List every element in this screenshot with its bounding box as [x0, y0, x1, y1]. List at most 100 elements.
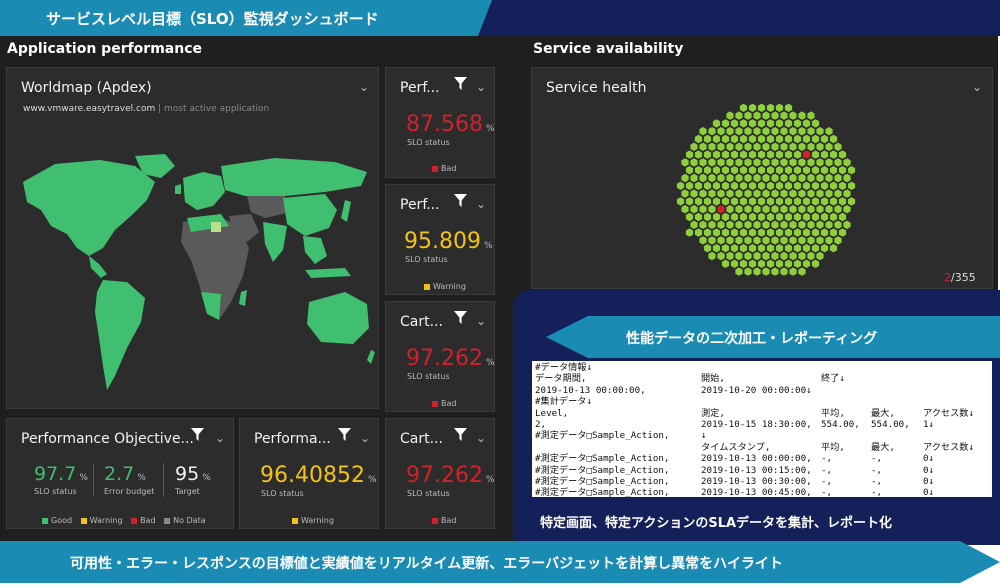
service-hex[interactable] — [766, 134, 775, 144]
service-hex[interactable] — [721, 244, 730, 253]
service-hex[interactable] — [838, 212, 847, 222]
service-hex[interactable] — [793, 134, 802, 144]
service-hex[interactable] — [771, 251, 779, 261]
service-hex[interactable] — [766, 244, 775, 253]
service-hex[interactable] — [811, 181, 820, 190]
service-hex[interactable] — [730, 244, 739, 253]
chevron-down-icon[interactable]: ⌄ — [476, 80, 486, 94]
service-hex[interactable] — [798, 142, 806, 151]
service-hex[interactable] — [721, 197, 730, 206]
service-hex[interactable] — [744, 158, 752, 167]
service-hex[interactable] — [735, 127, 743, 136]
service-hex[interactable] — [703, 197, 712, 206]
service-hex[interactable] — [753, 111, 761, 120]
service-hex[interactable] — [807, 236, 815, 245]
service-hex[interactable] — [784, 244, 793, 253]
service-hex[interactable] — [726, 205, 734, 214]
service-hex[interactable] — [766, 150, 775, 159]
service-hex[interactable] — [744, 127, 752, 136]
service-hex[interactable] — [681, 158, 689, 167]
service-health-honeycomb[interactable] — [672, 96, 862, 286]
service-hex[interactable] — [825, 189, 833, 198]
service-hex[interactable] — [780, 236, 788, 245]
service-hex[interactable] — [748, 181, 757, 190]
service-hex[interactable] — [771, 236, 779, 245]
service-hex[interactable] — [717, 127, 725, 136]
service-hex[interactable] — [771, 111, 779, 120]
service-hex[interactable] — [775, 244, 784, 253]
service-hex[interactable] — [847, 166, 856, 175]
service-hex[interactable] — [775, 166, 784, 175]
service-hex[interactable] — [699, 205, 707, 214]
service-hex[interactable] — [820, 134, 829, 144]
service-hex[interactable] — [811, 259, 820, 268]
service-hex[interactable] — [699, 127, 707, 136]
service-hex[interactable] — [681, 189, 689, 198]
service-hex[interactable] — [780, 158, 788, 167]
world-map[interactable] — [15, 152, 375, 402]
service-hex[interactable] — [721, 212, 730, 222]
service-hex[interactable] — [802, 197, 811, 206]
service-hex[interactable] — [717, 142, 725, 151]
service-hex[interactable] — [694, 228, 703, 237]
service-hex[interactable] — [690, 173, 698, 183]
service-hex[interactable] — [762, 251, 770, 261]
service-hex[interactable] — [798, 205, 806, 214]
service-hex[interactable] — [735, 236, 743, 245]
service-hex[interactable] — [757, 228, 766, 237]
service-hex[interactable] — [762, 127, 770, 136]
service-hex[interactable] — [802, 166, 811, 175]
service-hex[interactable] — [775, 150, 784, 159]
service-hex[interactable] — [807, 251, 815, 261]
service-hex[interactable] — [762, 142, 770, 151]
service-hex[interactable] — [753, 220, 761, 229]
service-hex[interactable] — [766, 166, 775, 175]
service-hex[interactable] — [802, 212, 811, 222]
service-hex[interactable] — [762, 236, 770, 245]
service-hex[interactable] — [784, 181, 793, 190]
service-hex[interactable] — [735, 189, 743, 198]
service-hex[interactable] — [789, 111, 797, 120]
service-hex[interactable] — [730, 150, 739, 159]
service-hex[interactable] — [712, 212, 721, 222]
service-hex[interactable] — [798, 236, 806, 245]
service-hex[interactable] — [825, 142, 833, 151]
service-hex[interactable] — [816, 205, 824, 214]
service-hex[interactable] — [829, 166, 838, 175]
service-hex[interactable] — [717, 220, 725, 229]
chevron-down-icon[interactable]: ⌄ — [360, 431, 370, 445]
service-hex[interactable] — [762, 189, 770, 198]
service-hex[interactable] — [735, 205, 743, 214]
service-hex[interactable] — [784, 134, 793, 144]
service-hex[interactable] — [798, 127, 806, 136]
service-hex[interactable] — [798, 251, 806, 261]
performance-objective-tile[interactable]: Performance Objective... ⌄ 97.7% SLO sta… — [6, 418, 234, 529]
service-hex[interactable] — [744, 205, 752, 214]
service-hex[interactable] — [847, 181, 856, 190]
worldmap-tile[interactable]: Worldmap (Apdex) ⌄ www.vmware.easytravel… — [6, 67, 379, 409]
service-hex[interactable] — [717, 189, 725, 198]
service-hex[interactable] — [838, 181, 847, 190]
service-hex[interactable] — [762, 220, 770, 229]
service-hex[interactable] — [771, 142, 779, 151]
service-hex[interactable] — [748, 103, 757, 112]
service-hex[interactable] — [784, 228, 793, 237]
service-hex[interactable] — [757, 166, 766, 175]
service-hex[interactable] — [802, 119, 811, 128]
service-hex[interactable] — [793, 150, 802, 159]
service-hex[interactable] — [685, 197, 694, 206]
service-hex[interactable] — [798, 173, 806, 183]
service-hex[interactable] — [802, 228, 811, 237]
service-hex[interactable] — [816, 142, 824, 151]
service-hex[interactable] — [780, 267, 788, 276]
cart-tile-1[interactable]: Cart... ⌄ 97.262% SLO status Bad — [385, 301, 495, 412]
service-hex[interactable] — [703, 244, 712, 253]
service-hex[interactable] — [748, 197, 757, 206]
service-hex[interactable] — [838, 197, 847, 206]
service-hex[interactable] — [721, 119, 730, 128]
service-hex[interactable] — [811, 197, 820, 206]
service-hex[interactable] — [694, 134, 703, 144]
service-hex[interactable] — [735, 142, 743, 151]
filter-icon[interactable] — [454, 194, 467, 207]
service-hex[interactable] — [789, 127, 797, 136]
